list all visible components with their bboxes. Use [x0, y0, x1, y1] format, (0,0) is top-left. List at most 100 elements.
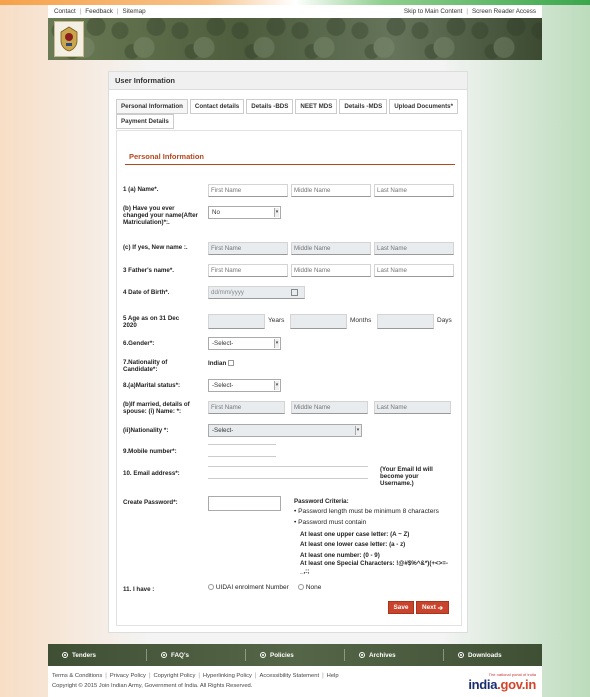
tab-details-bds[interactable]: Details -BDS — [246, 99, 294, 114]
new-first-name-input[interactable] — [208, 242, 288, 255]
mobile-input[interactable] — [208, 444, 276, 457]
separator: | — [116, 8, 119, 15]
contact-link[interactable]: Contact — [54, 8, 76, 15]
save-button[interactable]: Save — [388, 601, 414, 614]
age-label: 5 Age as on 31 Dec 2020 — [123, 315, 180, 329]
footer-tenders[interactable]: Tenders — [48, 649, 147, 661]
age-months-input[interactable] — [290, 314, 347, 329]
accessibility-link[interactable]: Accessibility Statement — [259, 673, 319, 679]
uidai-option[interactable]: UIDAI enrolment Number — [208, 584, 289, 591]
dob-placeholder: dd/mm/yyyy — [211, 289, 245, 296]
tab-neet-mds[interactable]: NEET MDS — [295, 99, 338, 114]
password-input[interactable] — [208, 496, 281, 511]
father-middle-name-input[interactable] — [291, 264, 371, 277]
criteria-special: At least one Special Characters: !@#$%^&… — [300, 560, 448, 575]
separator: | — [105, 673, 107, 679]
separator: | — [79, 8, 82, 15]
uidai-radio[interactable] — [208, 584, 214, 591]
tab-contact-details[interactable]: Contact details — [189, 99, 245, 114]
copyright-text: Copyright © 2015 Join Indian Army, Gover… — [52, 683, 253, 689]
none-label: None — [305, 584, 322, 591]
calendar-icon[interactable] — [291, 289, 298, 296]
criteria-text: Password length must be minimum 8 charac… — [298, 508, 439, 515]
india-gov-logo[interactable]: The national portal of India india.gov.i… — [468, 672, 536, 692]
igi-logo-b: .gov.in — [497, 677, 536, 692]
none-radio[interactable] — [298, 584, 304, 591]
email-label: 10. Email address*: — [123, 470, 180, 477]
first-name-input[interactable] — [208, 184, 288, 197]
footer-archives-label: Archives — [369, 651, 396, 659]
camouflage-pattern — [48, 18, 542, 60]
footer-bottom: Terms & Conditions | Privacy Policy | Copy… — [48, 666, 542, 697]
email-input[interactable] — [208, 466, 368, 479]
spouse-last-name-input[interactable] — [374, 401, 451, 414]
spouse-nationality-value: -Select- — [212, 427, 234, 434]
top-links-bar: Contact | Feedback | Sitemap Skip to Mai… — [48, 5, 542, 18]
indian-checkbox[interactable] — [228, 360, 235, 367]
next-button[interactable]: Next ➔ — [416, 601, 449, 614]
spouse-nationality-label: (ii)Nationality *: — [123, 427, 169, 434]
chevron-down-icon: ▾ — [274, 208, 279, 217]
tab-details-mds[interactable]: Details -MDS — [339, 99, 388, 114]
age-days-input[interactable] — [377, 314, 434, 329]
panel-title: User Information — [109, 72, 467, 90]
dob-input[interactable]: dd/mm/yyyy — [208, 286, 305, 299]
screen-reader-link[interactable]: Screen Reader Access — [472, 8, 536, 15]
spouse-first-name-input[interactable] — [208, 401, 285, 414]
last-name-input[interactable] — [374, 184, 454, 197]
months-unit: Months — [350, 317, 372, 324]
footer-faqs[interactable]: FAQ's — [147, 649, 246, 661]
privacy-link[interactable]: Privacy Policy — [110, 673, 146, 679]
age-years-input[interactable] — [208, 314, 265, 329]
separator: | — [466, 8, 468, 15]
mobile-label: 9.Mobile number*: — [123, 448, 177, 455]
indian-option[interactable]: Indian — [208, 360, 235, 367]
new-last-name-input[interactable] — [374, 242, 454, 255]
spouse-middle-name-input[interactable] — [291, 401, 368, 414]
tab-personal-information[interactable]: Personal Information — [116, 99, 188, 114]
section-divider — [125, 164, 455, 165]
footer-policies[interactable]: Policies — [246, 649, 345, 661]
changed-name-value: No — [212, 209, 220, 216]
army-emblem-logo[interactable] — [54, 21, 84, 57]
banner — [48, 18, 542, 60]
tab-payment-details[interactable]: Payment Details — [116, 114, 174, 129]
tab-upload-documents[interactable]: Upload Documents* — [389, 99, 458, 114]
separator: | — [148, 673, 151, 679]
footer-downloads[interactable]: Downloads — [444, 649, 542, 661]
marital-status-select[interactable]: -Select- ▾ — [208, 379, 281, 392]
middle-name-input[interactable] — [291, 184, 371, 197]
help-link[interactable]: Help — [327, 673, 339, 679]
section-title: Personal Information — [129, 152, 205, 161]
father-last-name-input[interactable] — [374, 264, 454, 277]
feedback-link[interactable]: Feedback — [85, 8, 113, 15]
criteria-item: • Password length must be minimum 8 char… — [294, 508, 439, 515]
terms-link[interactable]: Terms & Conditions — [52, 673, 102, 679]
sitemap-link[interactable]: Sitemap — [122, 8, 145, 15]
none-option[interactable]: None — [298, 584, 321, 591]
header: Contact | Feedback | Sitemap Skip to Mai… — [48, 5, 542, 60]
user-information-panel: User Information Personal Information Co… — [108, 71, 468, 633]
skip-to-main-link[interactable]: Skip to Main Content — [404, 8, 462, 15]
footer-archives[interactable]: Archives — [345, 649, 444, 661]
next-label: Next — [422, 604, 436, 611]
policies-icon — [260, 652, 266, 658]
years-unit: Years — [268, 317, 285, 324]
footer-tenders-label: Tenders — [72, 651, 97, 659]
copyright-link[interactable]: Copyright Policy — [153, 673, 195, 679]
days-unit: Days — [437, 317, 452, 324]
chevron-down-icon: ▾ — [274, 381, 279, 390]
new-middle-name-input[interactable] — [291, 242, 371, 255]
father-first-name-input[interactable] — [208, 264, 288, 277]
separator: | — [254, 673, 257, 679]
hyperlinking-link[interactable]: Hyperlinking Policy — [203, 673, 252, 679]
gender-select[interactable]: -Select- ▾ — [208, 337, 281, 350]
marital-status-label: 8.(a)Marital status*: — [123, 382, 181, 389]
spouse-nationality-select[interactable]: -Select- ▾ — [208, 424, 362, 437]
changed-name-select[interactable]: No ▾ — [208, 206, 281, 219]
criteria-text: Password must contain — [298, 519, 367, 526]
indian-label: Indian — [208, 360, 227, 367]
name-label: 1 (a) Name*. — [123, 186, 159, 193]
faqs-icon — [161, 652, 167, 658]
footer-links: Terms & Conditions | Privacy Policy | Copy… — [52, 673, 339, 679]
